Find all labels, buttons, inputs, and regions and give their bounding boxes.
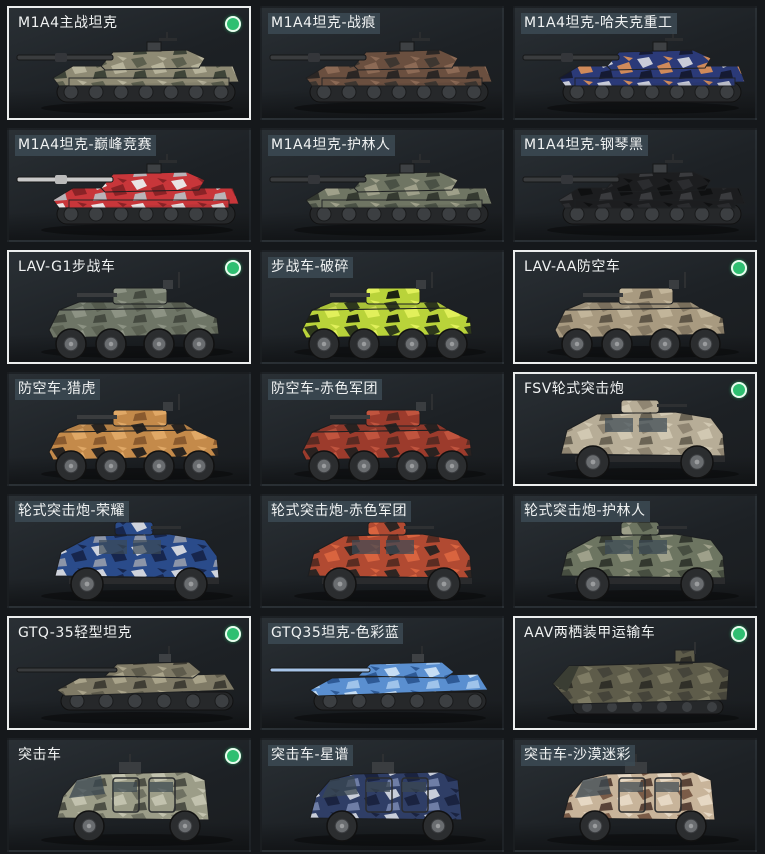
vehicle-skin-name: FSV轮式突击炮 (524, 381, 625, 397)
owned-indicator-icon (225, 626, 241, 642)
vehicle-skin-card[interactable]: M1A4坦克-巅峰竞赛 (7, 128, 251, 242)
vehicle-skin-name: GTQ-35轻型坦克 (18, 625, 133, 641)
vehicle-skin-card[interactable]: 轮式突击炮-荣耀 (7, 494, 251, 608)
vehicle-skin-card[interactable]: 步战车-破碎 (260, 250, 504, 364)
vehicle-skin-name: 防空车-赤色军团 (268, 379, 383, 400)
vehicle-skin-name: 步战车-破碎 (268, 257, 354, 278)
vehicle-skin-card[interactable]: M1A4坦克-战痕 (260, 6, 504, 120)
vehicle-skin-card[interactable]: FSV轮式突击炮 (513, 372, 757, 486)
vehicle-skin-card[interactable]: 防空车-猎虎 (7, 372, 251, 486)
vehicle-skin-card[interactable]: 轮式突击炮-护林人 (513, 494, 757, 608)
vehicle-skin-name: AAV两栖装甲运输车 (524, 625, 656, 641)
vehicle-skin-name: M1A4坦克-哈夫克重工 (521, 13, 677, 34)
vehicle-skin-name: 突击车-沙漠迷彩 (521, 745, 636, 766)
owned-indicator-icon (731, 382, 747, 398)
vehicle-skin-name: GTQ35坦克-色彩蓝 (268, 623, 404, 644)
vehicle-skin-name: M1A4坦克-护林人 (268, 135, 395, 156)
vehicle-skin-card[interactable]: GTQ35坦克-色彩蓝 (260, 616, 504, 730)
vehicle-skin-grid: M1A4主战坦克 M1A4坦克-战痕 M1A4坦克-哈夫克重工 M1A4坦克-巅峰竞赛… (0, 0, 765, 854)
vehicle-skin-name: 突击车 (18, 747, 62, 763)
vehicle-skin-name: 轮式突击炮-护林人 (521, 501, 650, 522)
vehicle-skin-card[interactable]: 突击车-沙漠迷彩 (513, 738, 757, 852)
vehicle-skin-card[interactable]: M1A4主战坦克 (7, 6, 251, 120)
vehicle-skin-name: LAV-AA防空车 (524, 259, 621, 275)
vehicle-skin-card[interactable]: LAV-G1步战车 (7, 250, 251, 364)
vehicle-skin-card[interactable]: 轮式突击炮-赤色军团 (260, 494, 504, 608)
vehicle-skin-name: 轮式突击炮-荣耀 (15, 501, 130, 522)
vehicle-skin-card[interactable]: 突击车 (7, 738, 251, 852)
owned-indicator-icon (225, 16, 241, 32)
vehicle-skin-card[interactable]: GTQ-35轻型坦克 (7, 616, 251, 730)
vehicle-skin-name: M1A4坦克-钢琴黑 (521, 135, 648, 156)
vehicle-skin-name: M1A4主战坦克 (18, 15, 118, 31)
vehicle-skin-name: M1A4坦克-战痕 (268, 13, 381, 34)
vehicle-skin-name: 防空车-猎虎 (15, 379, 101, 400)
vehicle-skin-name: LAV-G1步战车 (18, 259, 116, 275)
owned-indicator-icon (731, 260, 747, 276)
owned-indicator-icon (225, 260, 241, 276)
vehicle-skin-card[interactable]: LAV-AA防空车 (513, 250, 757, 364)
vehicle-skin-card[interactable]: M1A4坦克-钢琴黑 (513, 128, 757, 242)
vehicle-skin-card[interactable]: 防空车-赤色军团 (260, 372, 504, 486)
vehicle-skin-name: 突击车-星谱 (268, 745, 354, 766)
vehicle-skin-card[interactable]: 突击车-星谱 (260, 738, 504, 852)
vehicle-skin-card[interactable]: M1A4坦克-护林人 (260, 128, 504, 242)
vehicle-skin-card[interactable]: M1A4坦克-哈夫克重工 (513, 6, 757, 120)
owned-indicator-icon (731, 626, 747, 642)
owned-indicator-icon (225, 748, 241, 764)
vehicle-skin-card[interactable]: AAV两栖装甲运输车 (513, 616, 757, 730)
vehicle-skin-name: 轮式突击炮-赤色军团 (268, 501, 412, 522)
vehicle-skin-name: M1A4坦克-巅峰竞赛 (15, 135, 157, 156)
